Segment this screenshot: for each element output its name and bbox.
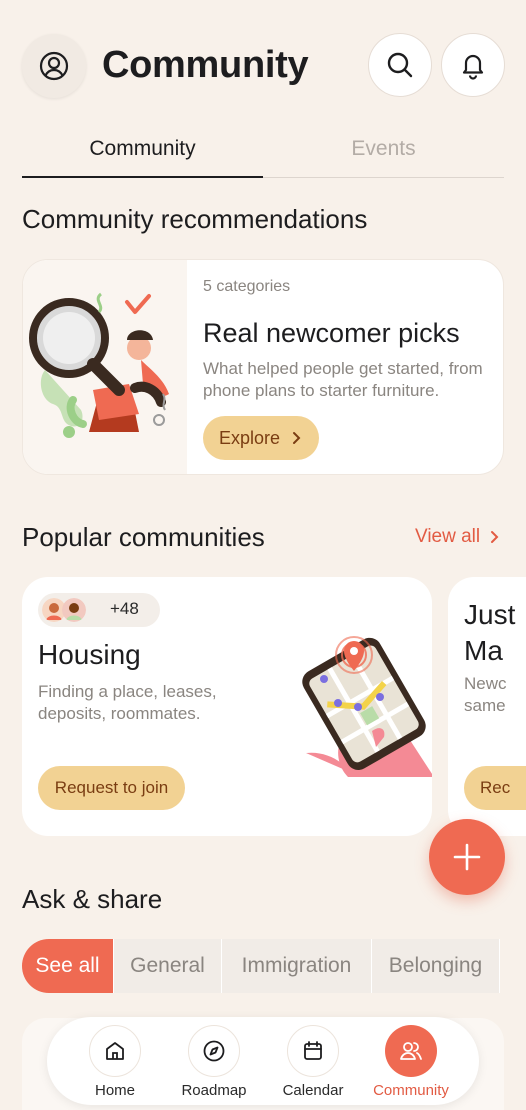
popular-section-title: Popular communities <box>22 522 265 552</box>
nav-calendar[interactable]: Calendar <box>265 1025 361 1103</box>
community-card-partial[interactable]: Just Ma Newc same Rec <box>448 577 526 836</box>
magnifier-illustration <box>23 260 187 474</box>
explore-button-label: Explore <box>219 427 281 448</box>
calendar-icon <box>304 1041 322 1060</box>
chip-see-all[interactable]: See all <box>22 939 114 993</box>
recommendation-description: What helped people get started, from pho… <box>203 359 483 400</box>
compass-icon <box>203 1040 225 1062</box>
chevron-right-icon <box>293 432 301 444</box>
nav-community[interactable]: Community <box>363 1025 459 1103</box>
chip-general[interactable]: General <box>114 939 222 993</box>
tab-community[interactable]: Community <box>22 130 263 178</box>
profile-button[interactable] <box>22 34 86 98</box>
ask-share-section-title: Ask & share <box>22 884 163 914</box>
bottom-navigation: Home Roadmap Calendar Community <box>47 1017 479 1105</box>
nav-roadmap-label: Roadmap <box>181 1082 247 1099</box>
plus-icon <box>453 843 481 871</box>
notifications-button[interactable] <box>441 33 505 97</box>
create-post-button[interactable] <box>429 819 505 895</box>
community-name: Housing <box>38 639 141 670</box>
request-to-join-button[interactable]: Rec <box>464 766 526 810</box>
tab-bar: Community Events <box>22 130 504 178</box>
people-icon <box>400 1042 422 1060</box>
view-all-link[interactable]: View all <box>415 526 499 548</box>
community-card-housing[interactable]: +48 Housing Finding a place, leases, dep… <box>22 577 432 836</box>
user-circle-icon <box>39 51 69 81</box>
filter-chips: See all General Immigration Belonging <box>22 939 526 993</box>
explore-button[interactable]: Explore <box>203 416 319 460</box>
recommendation-card[interactable]: 5 categories Real newcomer picks What he… <box>22 259 504 475</box>
recommendation-title: Real newcomer picks <box>203 318 460 348</box>
avatar <box>62 598 86 622</box>
community-description: Newc same <box>464 674 507 715</box>
request-to-join-button[interactable]: Request to join <box>38 766 185 810</box>
tab-events[interactable]: Events <box>263 130 504 178</box>
chip-belonging[interactable]: Belonging <box>372 939 500 993</box>
chevron-right-icon <box>491 531 499 543</box>
member-avatars: +48 <box>38 593 160 627</box>
recommendation-category-count: 5 categories <box>203 278 291 295</box>
map-phone-illustration <box>288 627 432 787</box>
recommendations-section-title: Community recommendations <box>22 204 368 234</box>
home-icon <box>106 1042 124 1060</box>
nav-community-label: Community <box>373 1082 449 1099</box>
view-all-label: View all <box>415 526 481 547</box>
search-button[interactable] <box>368 33 432 97</box>
community-name: Just Ma <box>464 599 516 666</box>
search-icon <box>387 52 413 78</box>
page-title: Community <box>102 44 309 86</box>
nav-home-label: Home <box>94 1082 135 1099</box>
member-count: +48 <box>110 599 139 618</box>
chip-immigration[interactable]: Immigration <box>222 939 372 993</box>
nav-calendar-label: Calendar <box>282 1082 344 1099</box>
bell-icon <box>462 54 484 80</box>
community-description: Finding a place, leases, deposits, roomm… <box>38 682 217 723</box>
nav-home[interactable]: Home <box>67 1025 163 1103</box>
nav-roadmap[interactable]: Roadmap <box>166 1025 262 1103</box>
